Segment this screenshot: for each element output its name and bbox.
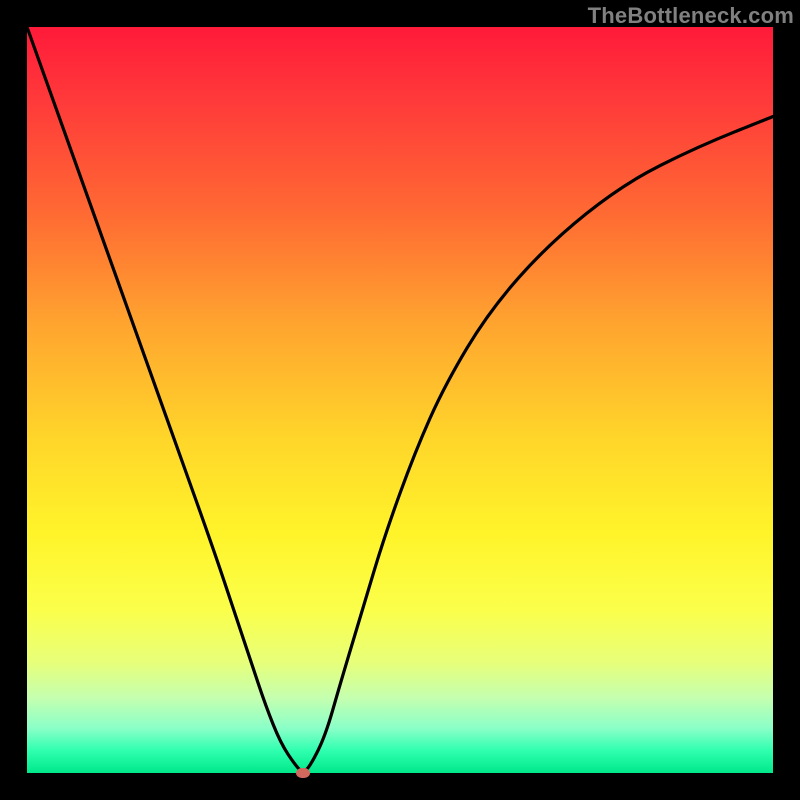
optimum-marker (296, 768, 310, 778)
attribution-text: TheBottleneck.com (588, 3, 794, 29)
plot-area (27, 27, 773, 773)
chart-frame: TheBottleneck.com (0, 0, 800, 800)
bottleneck-curve (27, 27, 773, 771)
curve-svg (27, 27, 773, 773)
